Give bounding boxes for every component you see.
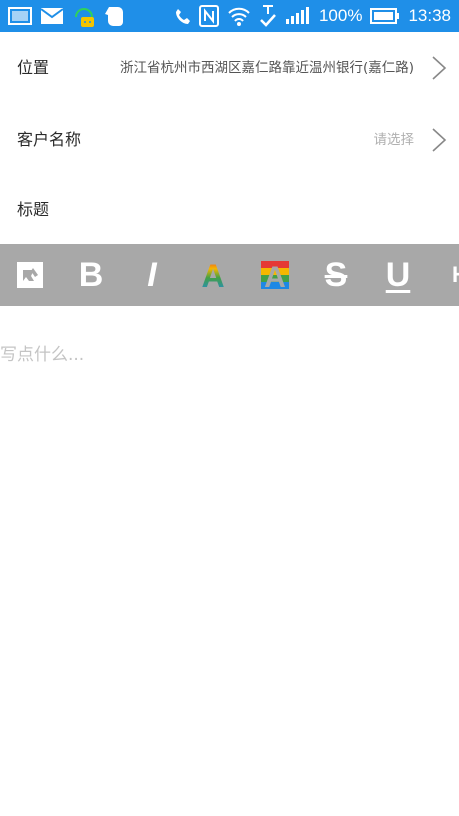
- editor-placeholder: 写点什么...: [0, 345, 85, 365]
- status-bar: 100% 13:38: [0, 0, 459, 32]
- highlight-glyph: A: [264, 261, 286, 290]
- customer-row[interactable]: 客户名称 请选择: [0, 104, 459, 176]
- highlight-button[interactable]: A: [253, 244, 297, 306]
- location-label: 位置: [17, 58, 50, 77]
- italic-icon: I: [147, 256, 157, 294]
- location-value: 浙江省杭州市西湖区嘉仁路靠近温州银行(嘉仁路): [119, 60, 414, 76]
- heading-icon: H: [452, 264, 459, 286]
- title-row[interactable]: 标题: [0, 176, 459, 244]
- chevron-right-icon: [432, 56, 447, 80]
- bold-button[interactable]: B: [69, 244, 113, 306]
- mail-icon: [40, 7, 64, 25]
- highlight-icon: A: [261, 261, 289, 290]
- battery-percentage: 100%: [318, 6, 363, 25]
- italic-button[interactable]: I: [130, 244, 174, 306]
- evernote-icon: [104, 4, 126, 28]
- signal-icon: [285, 7, 311, 25]
- strikethrough-button[interactable]: S: [314, 244, 358, 306]
- clock: 13:38: [408, 6, 451, 25]
- insert-image-icon: [17, 262, 43, 288]
- customer-label: 客户名称: [17, 130, 82, 149]
- nfc-icon: [198, 5, 219, 27]
- bold-icon: B: [78, 256, 104, 294]
- text-color-button[interactable]: A: [191, 244, 235, 306]
- insert-image-button[interactable]: [8, 244, 52, 306]
- strikethrough-icon: S: [324, 256, 348, 294]
- title-label: 标题: [17, 200, 50, 219]
- location-row[interactable]: 位置 浙江省杭州市西湖区嘉仁路靠近温州银行(嘉仁路): [0, 32, 459, 104]
- text-color-glyph: A: [201, 260, 224, 290]
- underline-icon: U: [385, 256, 411, 294]
- text-color-icon: A: [201, 260, 224, 290]
- chat-bot-icon: [72, 3, 96, 29]
- wifi-icon: [227, 5, 251, 27]
- phone-icon: [175, 7, 191, 25]
- content-editor[interactable]: 写点什么...: [0, 306, 459, 816]
- battery-icon: [370, 8, 400, 24]
- underline-button[interactable]: U: [376, 244, 420, 306]
- download-check-icon: [259, 3, 277, 29]
- format-toolbar: B I A A S U H: [0, 244, 459, 306]
- image-icon: [8, 6, 32, 26]
- heading-button[interactable]: H: [438, 244, 459, 306]
- customer-placeholder: 请选择: [373, 132, 415, 148]
- chevron-right-icon: [432, 128, 447, 152]
